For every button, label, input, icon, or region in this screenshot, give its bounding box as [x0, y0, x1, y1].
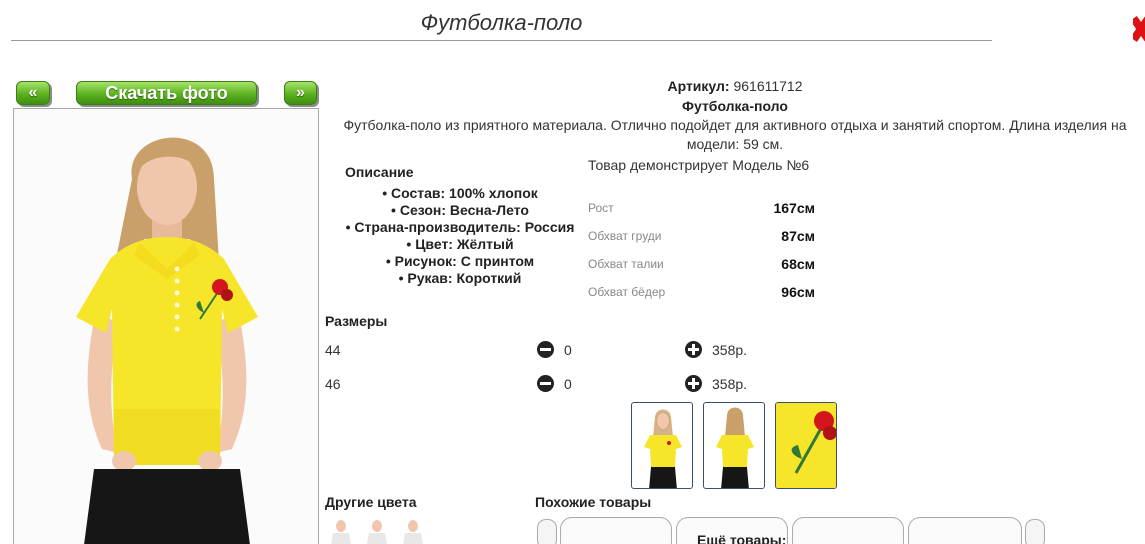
- color-option-image: [331, 520, 351, 544]
- color-option[interactable]: [399, 517, 427, 544]
- sizes-title: Размеры: [325, 313, 388, 329]
- thumbnail-image: [644, 409, 682, 488]
- detail-item: Сезон: Весна-Лето: [325, 202, 595, 219]
- measurement-label: Обхват груди: [588, 229, 662, 243]
- more-products-title: Ещё товары:: [697, 532, 787, 544]
- size-row: 44 0 358р.: [325, 341, 785, 362]
- product-name: Футболка-поло: [682, 98, 788, 114]
- measurement-value: 87см: [781, 228, 815, 244]
- prev-photo-button[interactable]: «: [16, 81, 50, 105]
- sku-label: Артикул:: [667, 78, 730, 94]
- next-photo-button[interactable]: »: [284, 81, 317, 105]
- measurement-value: 167см: [773, 200, 815, 216]
- sku-line: Артикул: 961611712: [325, 76, 1145, 96]
- decrease-qty-button[interactable]: [537, 375, 554, 392]
- other-colors-title: Другие цвета: [325, 494, 417, 510]
- carousel-prev-button[interactable]: [537, 519, 557, 544]
- color-option-image: [367, 520, 387, 544]
- size-label: 46: [325, 376, 341, 392]
- detail-item: Страна-производитель: Россия: [325, 219, 595, 236]
- main-product-photo: [13, 108, 319, 544]
- similar-product-card[interactable]: [908, 517, 1022, 544]
- size-price: 358р.: [712, 376, 748, 392]
- photo-thumbnail-back[interactable]: [703, 402, 765, 489]
- photo-thumbnail-detail[interactable]: [775, 402, 837, 489]
- similar-products-title: Похожие товары: [535, 494, 652, 510]
- measurement-label: Обхват бёдер: [588, 285, 666, 299]
- download-photo-button[interactable]: Скачать фото: [76, 81, 257, 105]
- measurement-label: Обхват талии: [588, 257, 664, 271]
- thumbnail-image: [776, 403, 836, 488]
- sku-value: 961611712: [733, 78, 803, 94]
- product-description: Футболка-поло из приятного материала. От…: [343, 117, 1127, 152]
- detail-item: Рисунок: С принтом: [325, 253, 595, 270]
- photo-thumbnail-front[interactable]: [631, 402, 693, 489]
- decrease-qty-button[interactable]: [537, 341, 554, 358]
- similar-product-card[interactable]: [792, 517, 904, 544]
- size-row: 46 0 358р.: [325, 375, 785, 396]
- page-title: Футболка-поло: [420, 10, 583, 35]
- color-option[interactable]: [363, 517, 391, 544]
- qty-value: 0: [564, 376, 572, 392]
- increase-qty-button[interactable]: [685, 375, 702, 392]
- color-option-image: [403, 520, 423, 544]
- model-in-polo-illustration: [76, 137, 258, 544]
- details-list: Состав: 100% хлопок Сезон: Весна-Лето Ст…: [325, 185, 595, 287]
- carousel-next-button[interactable]: [1025, 519, 1045, 544]
- detail-item: Состав: 100% хлопок: [325, 185, 595, 202]
- size-label: 44: [325, 342, 341, 358]
- size-price: 358р.: [712, 342, 748, 358]
- measurement-label: Рост: [588, 201, 614, 215]
- thumbnail-image: [716, 407, 754, 488]
- close-icon[interactable]: [1133, 14, 1145, 44]
- similar-product-card[interactable]: [560, 517, 672, 544]
- model-title: Товар демонстрирует Модель №6: [588, 157, 810, 173]
- detail-item: Рукав: Короткий: [325, 270, 595, 287]
- title-divider: [11, 40, 992, 41]
- color-option[interactable]: [327, 517, 355, 544]
- qty-value: 0: [564, 342, 572, 358]
- detail-item: Цвет: Жёлтый: [325, 236, 595, 253]
- product-info: Артикул: 961611712 Футболка-поло Футболк…: [325, 76, 1145, 154]
- measurement-value: 68см: [781, 256, 815, 272]
- measurement-value: 96см: [781, 284, 815, 300]
- details-title: Описание: [345, 164, 414, 180]
- increase-qty-button[interactable]: [685, 341, 702, 358]
